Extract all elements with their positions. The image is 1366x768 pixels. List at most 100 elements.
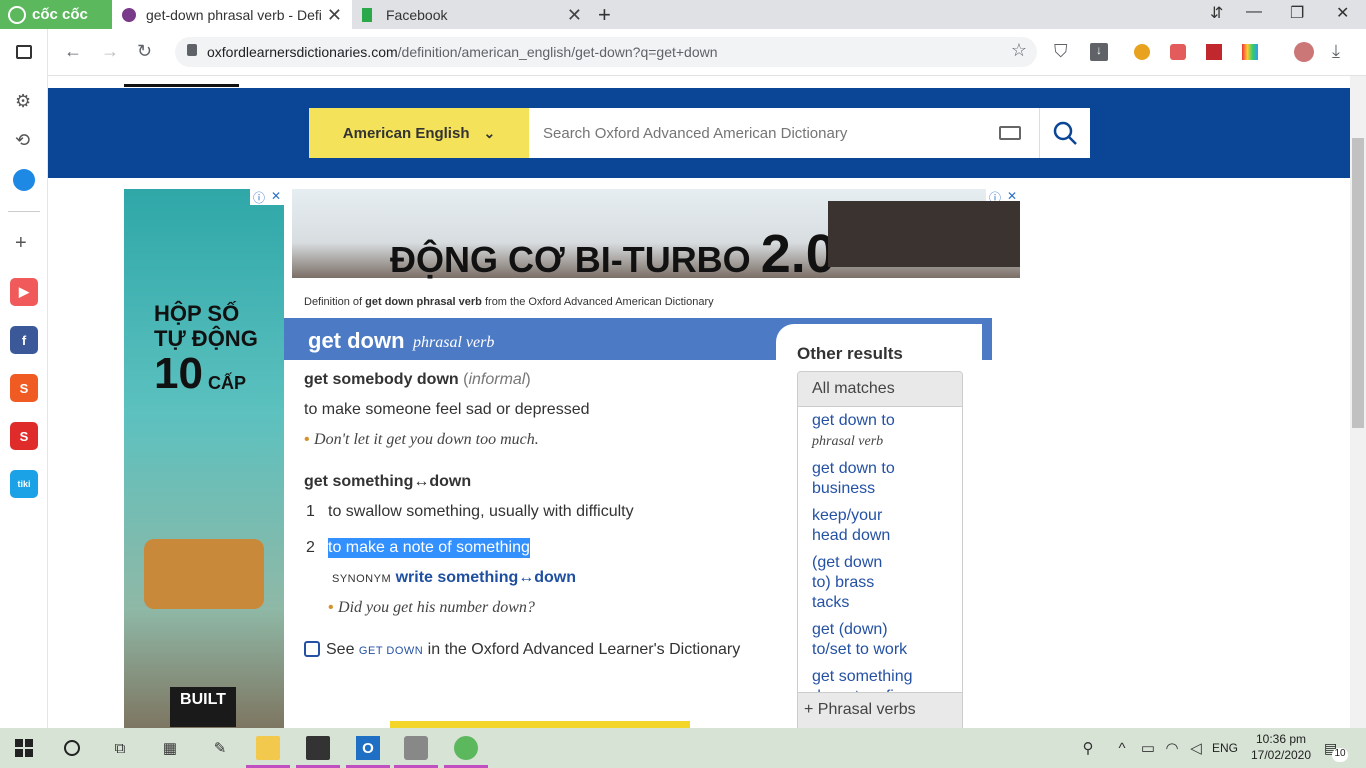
see-link[interactable]: GET DOWN (359, 645, 423, 657)
result-item[interactable]: (get down to) brass tacks (798, 553, 918, 613)
extension-adblock-icon[interactable] (1170, 44, 1186, 60)
register-label: informal (468, 371, 526, 388)
synonym-line: SYNONYM write something↔down (332, 569, 576, 587)
top-advertisement[interactable]: ⓘ ✕ ĐỘNG CƠ BI-TURBO 2.0 (292, 189, 1020, 284)
scrollbar-thumb[interactable] (1352, 138, 1364, 428)
close-tab-icon[interactable]: ✕ (327, 5, 342, 26)
external-link-icon[interactable] (304, 641, 320, 657)
youtube-icon[interactable]: ▶ (10, 278, 38, 306)
sense2-definition-2[interactable]: to make a note of something (328, 538, 530, 558)
history-icon[interactable]: ⟲ (15, 130, 30, 151)
maximize-button[interactable]: ❐ (1290, 3, 1304, 23)
people-icon[interactable]: ⚲ (1076, 736, 1100, 760)
see-suffix: in the Oxford Advanced Learner's Diction… (427, 641, 741, 658)
result-pos: phrasal verb (812, 434, 884, 449)
other-results-title: Other results (797, 344, 903, 363)
bookmark-star-icon[interactable]: ☆ (1011, 40, 1027, 61)
ad-text: CẤP (208, 373, 247, 393)
headword: get down (308, 328, 405, 353)
synonym-link[interactable]: write something↔down (396, 569, 576, 586)
bottom-advertisement[interactable] (390, 721, 690, 728)
notification-count: 10 (1332, 748, 1348, 762)
volume-icon[interactable]: ◁ (1184, 736, 1208, 760)
sendo-icon[interactable]: S (10, 422, 38, 450)
result-item[interactable]: get down to phrasal verb (798, 411, 962, 452)
ad-text: ĐỘNG CƠ BI-TURBO (390, 239, 751, 280)
url-domain: oxfordlearnersdictionaries.com (207, 44, 398, 60)
reload-icon[interactable]: ↻ (137, 41, 152, 62)
see-also-line: See GET DOWN in the Oxford Advanced Lear… (304, 641, 740, 659)
ford-badge: BUILT (170, 687, 236, 727)
result-item[interactable]: keep/your head down (798, 506, 918, 546)
back-icon[interactable]: ← (64, 41, 82, 62)
ad-choices-icon[interactable]: ⓘ ✕ (250, 189, 284, 205)
new-tab-button[interactable]: + (598, 2, 611, 28)
downloads-icon[interactable]: ⤓ (1332, 41, 1340, 62)
extension-red-icon[interactable] (1206, 44, 1222, 60)
tab-oxford[interactable]: get-down phrasal verb - Defi ✕ (112, 0, 352, 29)
tab-facebook[interactable]: Facebook ✕ (352, 0, 592, 29)
facebook-icon[interactable]: f (10, 326, 38, 354)
clock[interactable]: 10:36 pm 17/02/2020 (1250, 732, 1312, 762)
shield-icon[interactable]: ⛉ (1054, 41, 1068, 62)
side-panel: ⚙ ⟲ + ▶ f S S tiki (0, 29, 48, 728)
outlook-icon[interactable]: O (356, 736, 380, 760)
coccoc-taskbar-icon[interactable] (454, 736, 478, 760)
definition-source: Definition of get down phrasal verb from… (304, 296, 714, 308)
forward-icon[interactable]: → (101, 41, 119, 62)
phrasal-verbs-header[interactable]: + Phrasal verbs (798, 692, 962, 728)
language-indicator[interactable]: ENG (1212, 741, 1238, 755)
result-link[interactable]: get down to (812, 411, 948, 431)
phrasal-verbs-label: Phrasal verbs (817, 701, 916, 718)
search-icon[interactable] (60, 736, 84, 760)
chevron-up-icon[interactable]: ^ (1110, 736, 1134, 760)
add-icon[interactable]: + (15, 232, 27, 255)
windows-start-icon[interactable] (12, 736, 36, 760)
battery-icon[interactable]: ▭ (1136, 736, 1160, 760)
download-box-icon[interactable]: ↓ (1090, 43, 1108, 61)
search-icon (1053, 121, 1077, 145)
bullet-icon: • (304, 431, 315, 448)
sidebar-toggle-icon[interactable] (16, 45, 32, 59)
avatar[interactable] (1294, 42, 1314, 62)
tab-bar: cốc cốc get-down phrasal verb - Defi ✕ F… (0, 0, 1366, 29)
app-icon[interactable] (404, 736, 428, 760)
task-view-icon[interactable]: ⧉ (108, 736, 132, 760)
file-explorer-icon[interactable] (256, 736, 280, 760)
ad-text: HỘP SỐ (154, 301, 240, 326)
extension-coccoc-icon[interactable] (1134, 44, 1150, 60)
result-item[interactable]: get (down) to/set to work (798, 620, 938, 660)
brand-name: cốc cốc (32, 6, 88, 23)
clock-time: 10:36 pm (1255, 732, 1307, 746)
url-field[interactable]: oxfordlearnersdictionaries.com/definitio… (175, 37, 1037, 67)
dictionary-selector[interactable]: American English ⌄ (309, 108, 529, 158)
sense1-example: • Don't let it get you down too much. (304, 431, 539, 449)
app-icon[interactable]: ▦ (158, 736, 182, 760)
minimize-button[interactable]: — (1246, 3, 1262, 21)
wifi-icon[interactable]: ◠ (1160, 736, 1184, 760)
close-tab-icon[interactable]: ✕ (567, 5, 582, 26)
gear-icon[interactable]: ⚙ (15, 91, 31, 112)
oxford-favicon-icon (122, 7, 136, 22)
all-matches-header[interactable]: All matches (798, 372, 962, 407)
sync-icon[interactable]: ⇵ (1210, 3, 1223, 23)
search-input[interactable] (529, 108, 1039, 158)
tiki-icon[interactable]: tiki (10, 470, 38, 498)
left-advertisement[interactable]: ⓘ ✕ HỘP SỐ TỰ ĐỘNG 10 CẤP BUILT (124, 189, 284, 728)
result-item[interactable]: get down to business (798, 459, 918, 499)
extension-colors-icon[interactable] (1242, 44, 1258, 60)
keyboard-icon[interactable] (999, 126, 1021, 140)
part-of-speech: phrasal verb (413, 334, 495, 351)
close-window-button[interactable]: ✕ (1336, 3, 1349, 23)
search-button[interactable] (1039, 108, 1090, 158)
app-icon[interactable]: ✎ (208, 736, 232, 760)
web-page: American English ⌄ ⓘ✕ HỘP SỐ TỰ ĐỘNG 10 C… (48, 76, 1350, 728)
messenger-icon[interactable] (13, 169, 35, 191)
coccoc-logo[interactable]: cốc cốc (0, 0, 112, 29)
chevron-down-icon: ⌄ (483, 124, 496, 141)
sticky-notes-icon[interactable] (306, 736, 330, 760)
shopee-icon[interactable]: S (10, 374, 38, 402)
truck-image (144, 539, 264, 609)
source-word: get down phrasal verb (365, 296, 482, 308)
expand-icon: + (804, 701, 818, 718)
